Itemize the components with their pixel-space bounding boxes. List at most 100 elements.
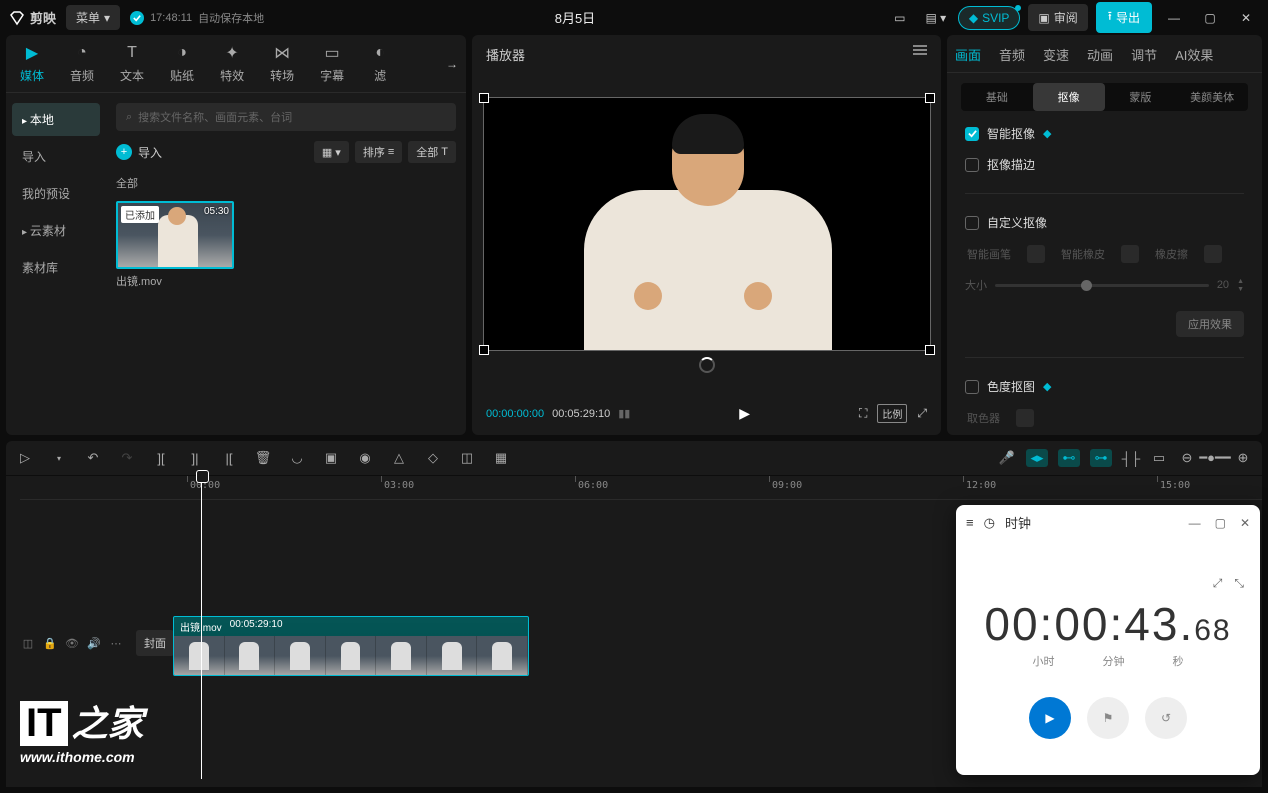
tab-speed[interactable]: 变速	[1043, 45, 1069, 64]
filter-button[interactable]: 全部 T	[408, 141, 456, 163]
svip-button[interactable]: ◆ SVIP	[958, 6, 1021, 30]
sw-reset-button[interactable]: ↺	[1145, 697, 1187, 739]
redo-icon[interactable]: ↷	[118, 449, 136, 467]
rotate-icon[interactable]: ◇	[424, 449, 442, 467]
delete-icon[interactable]: 🗑	[254, 449, 272, 467]
eraser-button[interactable]	[1204, 245, 1222, 263]
preview-icon[interactable]: ▭	[1150, 449, 1168, 467]
tab-picture[interactable]: 画面	[955, 45, 981, 64]
group-icon[interactable]: ▣	[322, 449, 340, 467]
undo-icon[interactable]: ↶	[84, 449, 102, 467]
tab-caption[interactable]: ▭字幕	[316, 41, 348, 86]
mirror-icon[interactable]: △	[390, 449, 408, 467]
size-slider[interactable]	[995, 284, 1209, 287]
tab-ai[interactable]: AI效果	[1175, 45, 1213, 64]
tab-effect[interactable]: ✦特效	[216, 41, 248, 86]
export-button[interactable]: ⭱ 导出	[1096, 2, 1152, 33]
record-icon[interactable]: ◉	[356, 449, 374, 467]
track-collapse-icon[interactable]: ◫	[20, 635, 36, 651]
close-button[interactable]: ✕	[1232, 4, 1260, 32]
subtab-mask[interactable]: 蒙版	[1105, 83, 1177, 111]
zoom-in-icon[interactable]: ⊕	[1234, 449, 1252, 467]
tab-adjust[interactable]: 调节	[1131, 45, 1157, 64]
subtab-basic[interactable]: 基础	[961, 83, 1033, 111]
tab-transition[interactable]: ⋈转场	[266, 41, 298, 86]
tab-filter[interactable]: ◐滤	[366, 41, 394, 86]
sw-expand-icon[interactable]: ⤢	[1213, 576, 1223, 591]
player-menu-icon[interactable]	[913, 45, 927, 64]
timeline-ruler[interactable]: 00:00 03:00 06:00 09:00 12:00 15:00	[20, 476, 1262, 500]
track-visible-icon[interactable]: 👁	[64, 635, 80, 651]
review-button[interactable]: ▣ 审阅	[1028, 4, 1087, 31]
tab-audio[interactable]: ◔音频	[66, 41, 98, 86]
maximize-button[interactable]: ▢	[1196, 4, 1224, 32]
stroke-checkbox[interactable]	[965, 158, 979, 172]
timecode-toggle-icon[interactable]: ▮▮	[618, 407, 630, 420]
tabs-more-icon[interactable]: →	[446, 57, 458, 71]
zoom-out-icon[interactable]: ⊖	[1178, 449, 1196, 467]
bookmark-icon[interactable]: ◡	[288, 449, 306, 467]
subtab-beauty[interactable]: 美颜美体	[1176, 83, 1248, 111]
layout-icon-2[interactable]: ▤ ▾	[922, 4, 950, 32]
tab-text[interactable]: T文本	[116, 41, 148, 86]
smart-cutout-checkbox[interactable]	[965, 127, 979, 141]
chroma-checkbox[interactable]	[965, 380, 979, 394]
tab-audio-prop[interactable]: 音频	[999, 45, 1025, 64]
sw-lap-button[interactable]: ⚑	[1087, 697, 1129, 739]
sw-menu-icon[interactable]: ≡	[966, 515, 974, 530]
crop-icon[interactable]: ◫	[458, 449, 476, 467]
picker-button[interactable]	[1016, 409, 1034, 427]
fullscreen-icon[interactable]: ⤢	[917, 406, 927, 421]
playhead[interactable]	[201, 474, 202, 779]
track-mute-icon[interactable]: 🔊	[86, 635, 102, 651]
cursor-dropdown-icon[interactable]: ▾	[50, 449, 68, 467]
media-thumbnail[interactable]: 已添加 05:30 出镜.mov	[116, 201, 234, 289]
zoom-slider[interactable]: ━●━━	[1206, 449, 1224, 467]
magnet-icon-1[interactable]: ◂▸	[1026, 449, 1048, 467]
smart-eraser-button[interactable]	[1121, 245, 1139, 263]
sidebar-item-presets[interactable]: 我的预设	[12, 177, 100, 210]
mic-icon[interactable]: 🎤	[998, 449, 1016, 467]
image-icon[interactable]: ▦	[492, 449, 510, 467]
track-more-icon[interactable]: ⋯	[108, 635, 124, 651]
sidebar-item-cloud[interactable]: 云素材	[12, 214, 100, 247]
import-button[interactable]: + 导入	[116, 144, 162, 161]
sw-close-icon[interactable]: ✕	[1240, 516, 1250, 530]
video-clip[interactable]: 出镜.mov 00:05:29:10	[173, 616, 529, 676]
magnet-icon-2[interactable]: ⊷	[1058, 449, 1080, 467]
custom-cutout-checkbox[interactable]	[965, 216, 979, 230]
magnet-icon-3[interactable]: ⊶	[1090, 449, 1112, 467]
layout-icon-1[interactable]: ▭	[886, 4, 914, 32]
split-right-icon[interactable]: |[	[220, 449, 238, 467]
ratio-button[interactable]: 比例	[877, 404, 907, 423]
align-icon[interactable]: ┤├	[1122, 449, 1140, 467]
properties-panel: 画面 音频 变速 动画 调节 AI效果 基础 抠像 蒙版 美颜美体 智能抠像 ◆…	[947, 35, 1262, 435]
focus-icon[interactable]: ⛶	[859, 406, 867, 421]
sidebar-item-local[interactable]: 本地	[12, 103, 100, 136]
menu-button[interactable]: 菜单 ▾	[66, 5, 120, 30]
tab-sticker[interactable]: ◑贴纸	[166, 41, 198, 86]
eraser-label: 橡皮擦	[1155, 246, 1188, 262]
sw-play-button[interactable]: ▶	[1029, 697, 1071, 739]
sidebar-item-library[interactable]: 素材库	[12, 251, 100, 284]
preview-canvas[interactable]	[483, 97, 931, 351]
tab-animation[interactable]: 动画	[1087, 45, 1113, 64]
search-input[interactable]: ⌕ 搜索文件名称、画面元素、台词	[116, 103, 456, 131]
cursor-icon[interactable]: ▷	[16, 449, 34, 467]
subtab-cutout[interactable]: 抠像	[1033, 83, 1105, 111]
split-left-icon[interactable]: ]|	[186, 449, 204, 467]
sw-pin-icon[interactable]: ⤡	[1234, 576, 1244, 591]
track-lock-icon[interactable]: 🔒	[42, 635, 58, 651]
play-button[interactable]: ▶	[739, 405, 750, 422]
sw-maximize-icon[interactable]: ▢	[1215, 516, 1226, 530]
sw-minimize-icon[interactable]: —	[1189, 516, 1201, 530]
view-mode-button[interactable]: ▦ ▾	[314, 141, 349, 163]
cover-button[interactable]: 封面	[136, 630, 174, 656]
sidebar-item-import[interactable]: 导入	[12, 140, 100, 173]
split-icon[interactable]: ][	[152, 449, 170, 467]
apply-button[interactable]: 应用效果	[1176, 311, 1244, 337]
sort-button[interactable]: 排序 ≡	[355, 141, 402, 163]
smart-brush-button[interactable]	[1027, 245, 1045, 263]
minimize-button[interactable]: —	[1160, 4, 1188, 32]
tab-media[interactable]: ▶媒体	[16, 41, 48, 86]
